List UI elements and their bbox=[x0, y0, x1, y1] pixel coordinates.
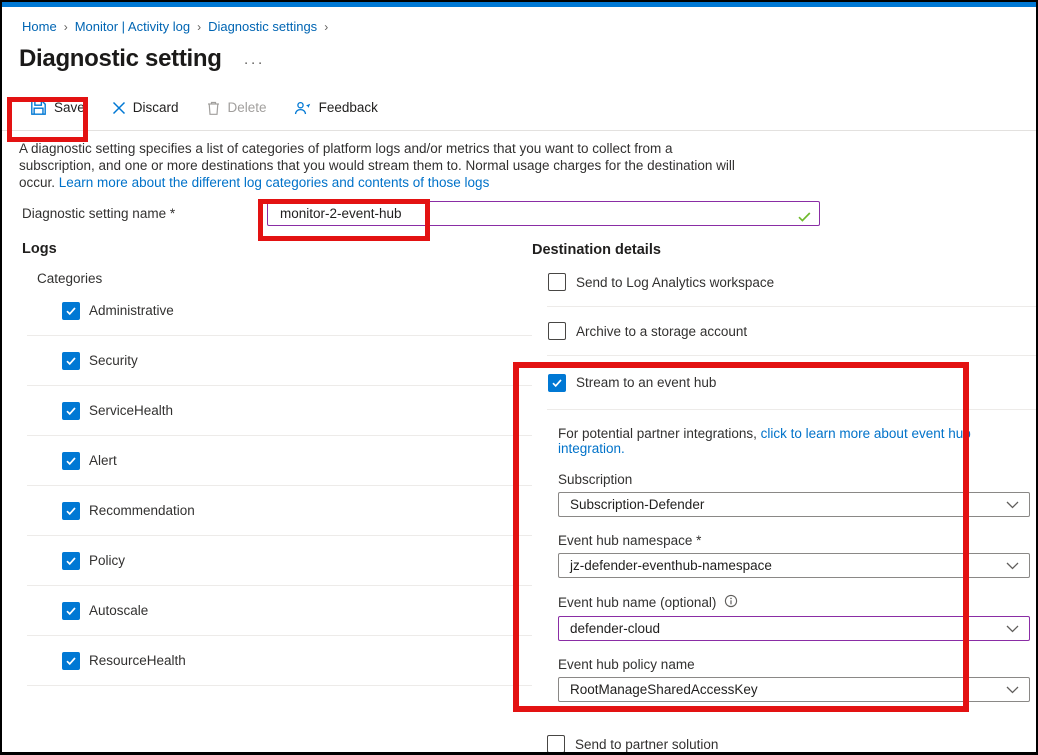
subscription-label: Subscription bbox=[558, 472, 632, 487]
category-row: ResourceHealth bbox=[27, 636, 532, 686]
title-row: Diagnostic setting ··· bbox=[19, 45, 1036, 73]
category-label: Administrative bbox=[89, 303, 174, 318]
discard-button-label: Discard bbox=[133, 100, 179, 115]
diagnostic-name-label: Diagnostic setting name * bbox=[22, 206, 267, 221]
checkbox-send-partner-solution[interactable] bbox=[547, 735, 565, 753]
event-hub-namespace-label: Event hub namespace * bbox=[558, 533, 701, 548]
trash-icon bbox=[206, 100, 221, 116]
event-hub-policy-dropdown[interactable]: RootManageSharedAccessKey bbox=[558, 677, 1030, 702]
save-button[interactable]: Save bbox=[30, 99, 85, 116]
feedback-button-label: Feedback bbox=[319, 100, 378, 115]
destination-heading: Destination details bbox=[532, 236, 1036, 258]
category-label: Autoscale bbox=[89, 603, 148, 618]
logs-heading: Logs bbox=[22, 236, 532, 257]
event-hub-policy-label: Event hub policy name bbox=[558, 657, 695, 672]
category-row: Recommendation bbox=[27, 486, 532, 536]
feedback-button[interactable]: Feedback bbox=[294, 100, 378, 116]
portal-top-accent-bar bbox=[2, 2, 1036, 7]
breadcrumb-diagnostic-settings[interactable]: Diagnostic settings bbox=[208, 19, 317, 34]
partner-integration-note: For potential partner integrations, clic… bbox=[558, 426, 1036, 456]
event-hub-policy-field: Event hub policy name RootManageSharedAc… bbox=[558, 657, 1030, 702]
diagnostic-name-row: Diagnostic setting name * bbox=[22, 201, 1036, 226]
checkbox-autoscale[interactable] bbox=[62, 602, 80, 620]
person-feedback-icon bbox=[294, 100, 312, 116]
learn-more-link[interactable]: Learn more about the different log categ… bbox=[59, 175, 490, 190]
categories-subheading: Categories bbox=[37, 271, 532, 286]
category-label: ResourceHealth bbox=[89, 653, 186, 668]
event-hub-name-value: defender-cloud bbox=[570, 621, 660, 636]
chevron-down-icon bbox=[1006, 682, 1019, 697]
partner-solution-row: Send to partner solution bbox=[547, 735, 1036, 753]
category-row: ServiceHealth bbox=[27, 386, 532, 436]
x-mark-icon bbox=[112, 101, 126, 115]
checkbox-stream-event-hub[interactable] bbox=[548, 374, 566, 392]
diagnostic-name-input-wrap bbox=[267, 201, 820, 226]
page-description: A diagnostic setting specifies a list of… bbox=[19, 140, 741, 191]
category-row: Policy bbox=[27, 536, 532, 586]
discard-button[interactable]: Discard bbox=[112, 100, 179, 115]
event-hub-namespace-dropdown[interactable]: jz-defender-eventhub-namespace bbox=[558, 553, 1030, 578]
destination-option-row: Stream to an event hub bbox=[547, 356, 1036, 410]
breadcrumb-home[interactable]: Home bbox=[22, 19, 57, 34]
event-hub-name-label: Event hub name (optional) bbox=[558, 595, 716, 610]
page-title: Diagnostic setting bbox=[19, 45, 222, 73]
destination-option-label: Archive to a storage account bbox=[576, 324, 747, 339]
subscription-field: Subscription Subscription-Defender bbox=[558, 472, 1030, 517]
category-label: ServiceHealth bbox=[89, 403, 173, 418]
category-row: Security bbox=[27, 336, 532, 386]
partner-solution-label: Send to partner solution bbox=[575, 737, 718, 752]
checkbox-policy[interactable] bbox=[62, 552, 80, 570]
diagnostic-name-input[interactable] bbox=[267, 201, 820, 226]
save-button-label: Save bbox=[54, 100, 85, 115]
command-toolbar: Save Discard Delete Feedback bbox=[2, 99, 1036, 131]
event-hub-policy-value: RootManageSharedAccessKey bbox=[570, 682, 758, 697]
breadcrumb-separator: › bbox=[64, 20, 68, 34]
category-row: Administrative bbox=[27, 286, 532, 336]
category-label: Security bbox=[89, 353, 138, 368]
subscription-dropdown[interactable]: Subscription-Defender bbox=[558, 492, 1030, 517]
destination-option-row: Send to Log Analytics workspace bbox=[547, 258, 1036, 307]
breadcrumb-separator: › bbox=[324, 20, 328, 34]
category-label: Policy bbox=[89, 553, 125, 568]
partner-note-text: For potential partner integrations, bbox=[558, 426, 761, 441]
checkbox-send-to-log-analytics[interactable] bbox=[548, 273, 566, 291]
diagnostic-setting-page: Home › Monitor | Activity log › Diagnostic s… bbox=[0, 0, 1038, 755]
breadcrumb: Home › Monitor | Activity log › Diagnostic s… bbox=[22, 19, 1036, 34]
checkbox-archive-storage-account[interactable] bbox=[548, 322, 566, 340]
valid-check-icon bbox=[798, 209, 811, 227]
event-hub-name-field: Event hub name (optional) defender-cloud bbox=[558, 594, 1030, 641]
breadcrumb-monitor-activity-log[interactable]: Monitor | Activity log bbox=[75, 19, 190, 34]
category-label: Recommendation bbox=[89, 503, 195, 518]
category-label: Alert bbox=[89, 453, 117, 468]
delete-button-label: Delete bbox=[228, 100, 267, 115]
checkbox-recommendation[interactable] bbox=[62, 502, 80, 520]
breadcrumb-separator: › bbox=[197, 20, 201, 34]
main-columns: Logs Categories Administrative Security … bbox=[2, 236, 1036, 753]
event-hub-name-dropdown[interactable]: defender-cloud bbox=[558, 616, 1030, 641]
event-hub-namespace-value: jz-defender-eventhub-namespace bbox=[570, 558, 772, 573]
checkbox-alert[interactable] bbox=[62, 452, 80, 470]
checkbox-servicehealth[interactable] bbox=[62, 402, 80, 420]
checkbox-resourcehealth[interactable] bbox=[62, 652, 80, 670]
chevron-down-icon bbox=[1006, 497, 1019, 512]
delete-button[interactable]: Delete bbox=[206, 100, 267, 116]
destination-section: Destination details Send to Log Analytic… bbox=[532, 236, 1036, 753]
destination-option-label: Send to Log Analytics workspace bbox=[576, 275, 774, 290]
save-icon bbox=[30, 99, 47, 116]
chevron-down-icon bbox=[1006, 558, 1019, 573]
destination-option-row: Archive to a storage account bbox=[547, 307, 1036, 356]
subscription-value: Subscription-Defender bbox=[570, 497, 704, 512]
more-options-ellipsis-icon[interactable]: ··· bbox=[244, 54, 265, 71]
category-row: Alert bbox=[27, 436, 532, 486]
checkbox-administrative[interactable] bbox=[62, 302, 80, 320]
checkbox-security[interactable] bbox=[62, 352, 80, 370]
category-row: Autoscale bbox=[27, 586, 532, 636]
chevron-down-icon bbox=[1006, 621, 1019, 636]
info-icon[interactable] bbox=[724, 594, 738, 611]
destination-option-label: Stream to an event hub bbox=[576, 375, 716, 390]
logs-section: Logs Categories Administrative Security … bbox=[22, 236, 532, 753]
event-hub-namespace-field: Event hub namespace * jz-defender-eventh… bbox=[558, 533, 1030, 578]
